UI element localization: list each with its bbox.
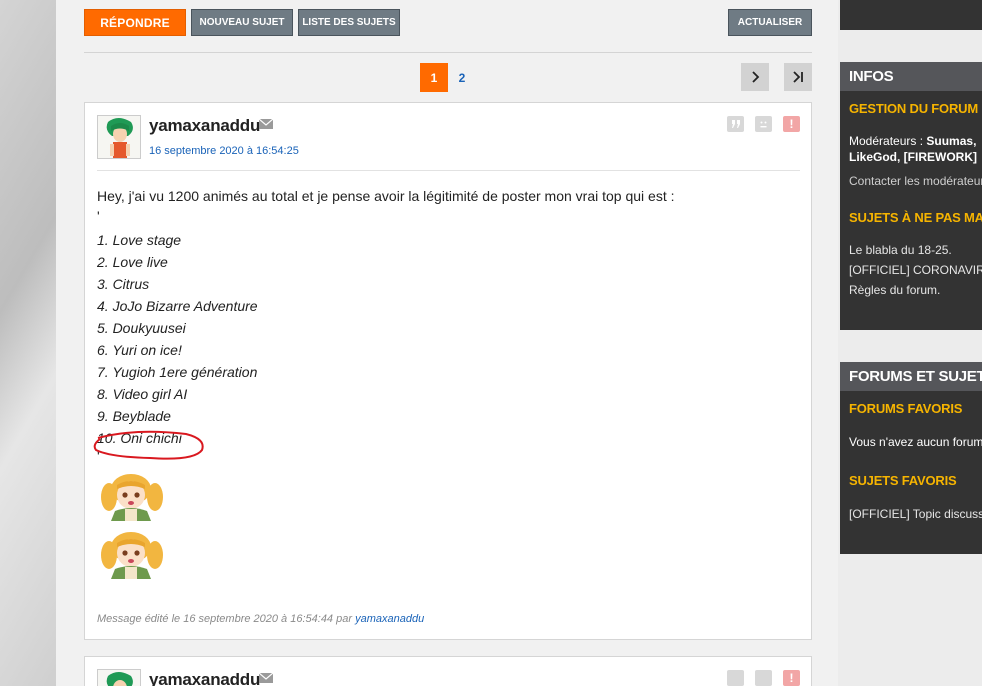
favorite-forums-text: Vous n'avez aucun forum favori bbox=[849, 435, 982, 449]
alert-button[interactable]: ! bbox=[783, 670, 800, 686]
sidebar-infos-panel: INFOS GESTION DU FORUM Modérateurs : Suu… bbox=[840, 62, 982, 330]
chevron-right-icon bbox=[752, 71, 760, 83]
list-item: 3. Citrus bbox=[97, 276, 150, 292]
list-item: 4. JoJo Bizarre Adventure bbox=[97, 298, 258, 314]
report-sad-button[interactable] bbox=[755, 670, 772, 686]
moderators-label: Modérateurs : bbox=[849, 134, 924, 148]
report-sad-button[interactable] bbox=[755, 116, 772, 132]
topic-list-button[interactable]: LISTE DES SUJETS bbox=[298, 9, 400, 36]
sidebar-topic-link[interactable]: Règles du forum. bbox=[840, 283, 940, 297]
favorite-topics-heading: SUJETS FAVORIS bbox=[849, 473, 957, 488]
list-item: 2. Love live bbox=[97, 254, 168, 270]
sticker-image bbox=[101, 474, 163, 521]
post-intro: Hey, j'ai vu 1200 animés au total et je … bbox=[97, 188, 675, 204]
reply-button[interactable]: RÉPONDRE bbox=[84, 9, 186, 36]
divider bbox=[84, 52, 812, 53]
infos-heading: INFOS bbox=[840, 62, 982, 91]
post-author[interactable]: yamaxanaddu bbox=[149, 670, 260, 686]
list-item: 5. Doukyuusei bbox=[97, 320, 186, 336]
red-annotation-circle bbox=[93, 430, 204, 460]
list-item: 7. Yugioh 1ere génération bbox=[97, 364, 258, 380]
sidebar-top-block bbox=[840, 0, 982, 30]
avatar-image bbox=[98, 116, 140, 158]
post-author[interactable]: yamaxanaddu bbox=[149, 116, 260, 136]
pagination-page-link[interactable]: 2 bbox=[448, 63, 476, 92]
post-divider bbox=[97, 170, 800, 171]
forum-post: yamaxanaddu 16 septembre 2020 à 16:54:25… bbox=[84, 102, 812, 640]
left-background bbox=[0, 0, 56, 686]
avatar[interactable] bbox=[97, 669, 141, 686]
favorite-topic-link[interactable]: [OFFICIEL] Topic discussion bbox=[840, 507, 982, 521]
alert-icon: ! bbox=[789, 671, 794, 685]
moderators-names-2[interactable]: LikeGod, [FIREWORK] bbox=[840, 150, 977, 164]
list-item: 9. Beyblade bbox=[97, 408, 171, 424]
list-item: 6. Yuri on ice! bbox=[97, 342, 182, 358]
dont-miss-heading: SUJETS À NE PAS MANQUER bbox=[849, 210, 982, 225]
avatar-image bbox=[98, 670, 140, 686]
sidebar-forums-panel: FORUMS ET SUJETS FORUMS FAVORIS Vous n'a… bbox=[840, 362, 982, 554]
forums-topics-heading: FORUMS ET SUJETS bbox=[840, 362, 982, 391]
pagination-page-current[interactable]: 1 bbox=[420, 63, 448, 92]
alert-icon: ! bbox=[789, 117, 794, 131]
alert-button[interactable]: ! bbox=[783, 116, 800, 132]
next-page-button[interactable] bbox=[741, 63, 769, 91]
sticker-image bbox=[101, 532, 163, 579]
quote-icon bbox=[731, 120, 740, 128]
edit-note-text: Message édité le 16 septembre 2020 à 16:… bbox=[97, 613, 353, 625]
list-item: 8. Video girl AI bbox=[97, 386, 188, 402]
favorite-forums-heading: FORUMS FAVORIS bbox=[849, 401, 963, 416]
mail-icon[interactable] bbox=[259, 673, 273, 683]
last-page-icon bbox=[793, 71, 803, 83]
quote-button[interactable] bbox=[727, 670, 744, 686]
moderators-names[interactable]: Suumas, bbox=[926, 134, 976, 148]
list-item: 1. Love stage bbox=[97, 232, 182, 248]
avatar[interactable] bbox=[97, 115, 141, 159]
edit-author-link[interactable]: yamaxanaddu bbox=[355, 613, 424, 625]
sidebar-topic-link[interactable]: Le blabla du 18-25. bbox=[840, 243, 952, 257]
mail-icon[interactable] bbox=[259, 119, 273, 129]
new-topic-button[interactable]: NOUVEAU SUJET bbox=[191, 9, 293, 36]
forum-management-heading: GESTION DU FORUM bbox=[849, 101, 978, 116]
last-page-button[interactable] bbox=[784, 63, 812, 91]
refresh-button[interactable]: ACTUALISER bbox=[728, 9, 812, 36]
sidebar-topic-link[interactable]: [OFFICIEL] CORONAVIRUS bbox=[840, 263, 982, 277]
sad-face-icon bbox=[760, 121, 767, 127]
post-date-link[interactable]: 16 septembre 2020 à 16:54:25 bbox=[149, 145, 299, 157]
forum-post: yamaxanaddu ! bbox=[84, 656, 812, 686]
moderators-line: Modérateurs : Suumas, bbox=[840, 134, 976, 148]
contact-moderators-link[interactable]: Contacter les modérateurs bbox=[840, 174, 982, 188]
edit-note: Message édité le 16 septembre 2020 à 16:… bbox=[97, 613, 424, 625]
quote-mark: ' bbox=[97, 208, 100, 224]
quote-button[interactable] bbox=[727, 116, 744, 132]
